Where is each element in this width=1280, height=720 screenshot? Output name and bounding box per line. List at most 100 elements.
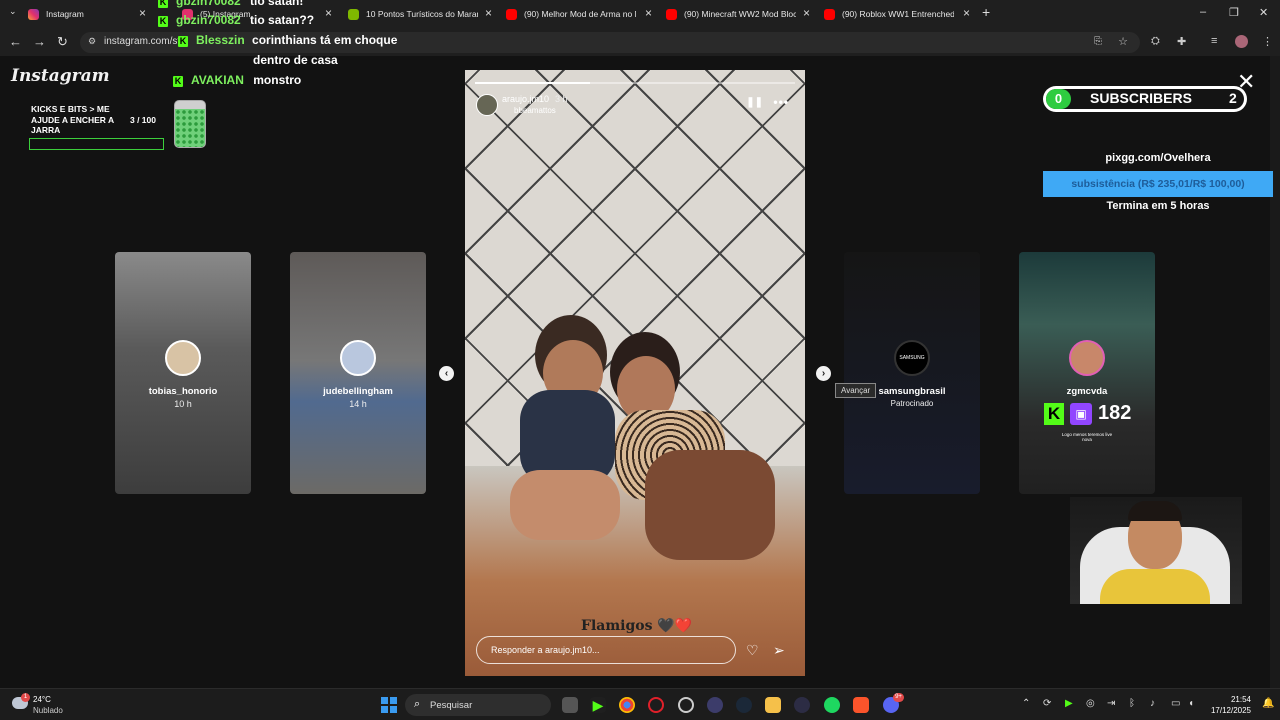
jar-progress-bar: [29, 138, 164, 150]
close-tab-icon[interactable]: ×: [325, 7, 332, 19]
tab-instagram[interactable]: Instagram ×: [28, 3, 148, 25]
instagram-logo[interactable]: Instagram: [11, 66, 110, 86]
story-card-tobias[interactable]: tobias_honorio 10 h: [115, 252, 251, 494]
story-author[interactable]: araujo.jm10 3 h: [502, 94, 568, 104]
windows-taskbar: 1 24°C Nublado ⌕ Pesquisar ▶ 9+ ⌃ ⟳ ▶ ◎ …: [0, 688, 1280, 720]
file-explorer-icon[interactable]: [765, 697, 781, 713]
tab-youtube-mod-arma[interactable]: (90) Melhor Mod de Arma no M ×: [506, 3, 654, 25]
network-icon[interactable]: ▭: [1171, 698, 1180, 709]
app-icon-2[interactable]: [794, 697, 810, 713]
active-story[interactable]: araujo.jm10 3 h bbeamattos ❚❚ ••• Flamigo…: [465, 70, 805, 676]
extensions-puzzle-icon[interactable]: ✚: [1177, 35, 1186, 48]
maximize-button[interactable]: ❐: [1229, 6, 1239, 19]
forward-icon[interactable]: →: [33, 34, 46, 49]
reply-input[interactable]: Responder a araujo.jm10...: [476, 636, 736, 664]
close-tab-icon[interactable]: ×: [645, 7, 652, 19]
close-tab-icon[interactable]: ×: [963, 7, 970, 19]
url-text: instagram.com/st: [104, 36, 181, 47]
pix-goal-bar: subsistência (R$ 235,01/R$ 100,00): [1043, 171, 1273, 197]
next-story-button[interactable]: ›: [816, 366, 831, 381]
chrome-icon[interactable]: [619, 697, 635, 713]
windows-start-icon[interactable]: [381, 697, 397, 713]
like-heart-icon[interactable]: ♡: [746, 642, 759, 659]
share-send-icon[interactable]: ➢: [773, 642, 785, 659]
app-icon[interactable]: [707, 697, 723, 713]
close-tab-icon[interactable]: ×: [139, 7, 146, 19]
girl-pants: [645, 450, 775, 560]
tab-youtube-roblox[interactable]: (90) Roblox WW1 Entrenched ( ×: [824, 3, 972, 25]
brave-icon[interactable]: [853, 697, 869, 713]
tab-list-icon[interactable]: ⌄: [9, 6, 17, 17]
platform-badges: K ▣ 182: [1044, 402, 1131, 425]
site-info-icon[interactable]: ⚙: [88, 36, 96, 47]
menu-kebab-icon[interactable]: ⋮: [1262, 35, 1273, 48]
kick-badge-icon: K: [158, 16, 168, 27]
tab-youtube-minecraft[interactable]: (90) Minecraft WW2 Mod Block ×: [666, 3, 812, 25]
reload-icon[interactable]: ↻: [57, 34, 68, 50]
clock-time: 21:54: [1230, 695, 1251, 704]
story-card-username: tobias_honorio: [148, 386, 218, 397]
weather-description: Nublado: [33, 706, 63, 715]
bluetooth-icon[interactable]: ᛒ: [1129, 698, 1135, 709]
story-card-time: 14 h: [349, 399, 367, 409]
new-tab-button[interactable]: +: [982, 4, 990, 20]
taskbar-clock[interactable]: 21:54 17/12/2025: [1206, 694, 1251, 716]
close-window-button[interactable]: ✕: [1259, 6, 1268, 19]
tab-label: 10 Pontos Turísticos do Maranh: [366, 9, 478, 19]
kick-badge-icon: K: [178, 36, 188, 47]
minimize-button[interactable]: –: [1200, 6, 1206, 18]
obs-icon[interactable]: [678, 697, 694, 713]
media-control-icon[interactable]: ≡: [1211, 35, 1217, 47]
install-app-icon[interactable]: ⎘: [1094, 36, 1102, 47]
tab-label: Instagram: [46, 9, 84, 19]
previous-story-button[interactable]: ‹: [439, 366, 454, 381]
microphone-icon[interactable]: ♪: [1150, 698, 1155, 709]
volume-icon[interactable]: ◖: [1188, 698, 1194, 709]
kick-badge-icon: K: [173, 76, 183, 87]
story-progress-fill: [475, 82, 591, 84]
story-card-jude[interactable]: judebellingham 14 h: [290, 252, 426, 494]
more-options-icon[interactable]: •••: [773, 95, 789, 109]
task-view-icon[interactable]: [562, 697, 578, 713]
steam-icon[interactable]: [736, 697, 752, 713]
webcam-shirt: [1100, 569, 1210, 604]
story-card-username: judebellingham: [323, 386, 393, 397]
tray-app-icon[interactable]: ◎: [1086, 698, 1095, 709]
tab-label: (90) Minecraft WW2 Mod Block: [684, 9, 796, 19]
tray-share-icon[interactable]: ⇥: [1107, 698, 1115, 709]
story-mention[interactable]: bbeamattos: [514, 106, 556, 115]
weather-badge: 1: [21, 693, 30, 702]
jar-image: [174, 100, 206, 148]
page-scrollbar[interactable]: [1270, 56, 1280, 688]
back-icon[interactable]: ←: [9, 34, 22, 49]
taskbar-search[interactable]: ⌕ Pesquisar: [405, 694, 551, 716]
tray-stream-icon[interactable]: ▶: [1065, 698, 1073, 709]
tab-label: (90) Melhor Mod de Arma no M: [524, 9, 636, 19]
stream-app-icon[interactable]: ▶: [590, 697, 606, 713]
spotify-icon[interactable]: [824, 697, 840, 713]
twitch-logo-icon: ▣: [1070, 402, 1092, 425]
extension-icon[interactable]: ⛭: [1151, 35, 1160, 48]
avatar: [1069, 340, 1105, 376]
opera-icon[interactable]: [648, 697, 664, 713]
tray-expand-icon[interactable]: ⌃: [1022, 698, 1030, 709]
chat-text: corinthians tá em choque: [252, 33, 398, 47]
close-tab-icon[interactable]: ×: [485, 7, 492, 19]
pause-icon[interactable]: ❚❚: [746, 97, 763, 108]
chat-message: K Blesszin corinthians tá em choque: [178, 33, 397, 47]
story-username[interactable]: araujo.jm10: [502, 94, 549, 104]
notification-bell-icon[interactable]: 🔔: [1262, 698, 1274, 709]
close-tab-icon[interactable]: ×: [803, 7, 810, 19]
bookmark-star-icon[interactable]: ☆: [1118, 35, 1128, 48]
kick-badge-icon: K: [158, 0, 168, 8]
tab-pontos-turisticos[interactable]: 10 Pontos Turísticos do Maranh ×: [348, 3, 494, 25]
avatar: [165, 340, 201, 376]
profile-avatar[interactable]: [1235, 35, 1248, 48]
chat-text: monstro: [253, 73, 302, 87]
story-card-samsung[interactable]: SAMSUNG samsungbrasil Patrocinado: [844, 252, 980, 494]
tab-label: (90) Roblox WW1 Entrenched (: [842, 9, 954, 19]
badge-count: 182: [1098, 402, 1132, 424]
story-author-avatar[interactable]: [476, 94, 498, 116]
story-card-zgmcvda[interactable]: zgmcvda K ▣ 182 Logo menos teremos live …: [1019, 252, 1155, 494]
tray-sync-icon[interactable]: ⟳: [1043, 698, 1051, 709]
